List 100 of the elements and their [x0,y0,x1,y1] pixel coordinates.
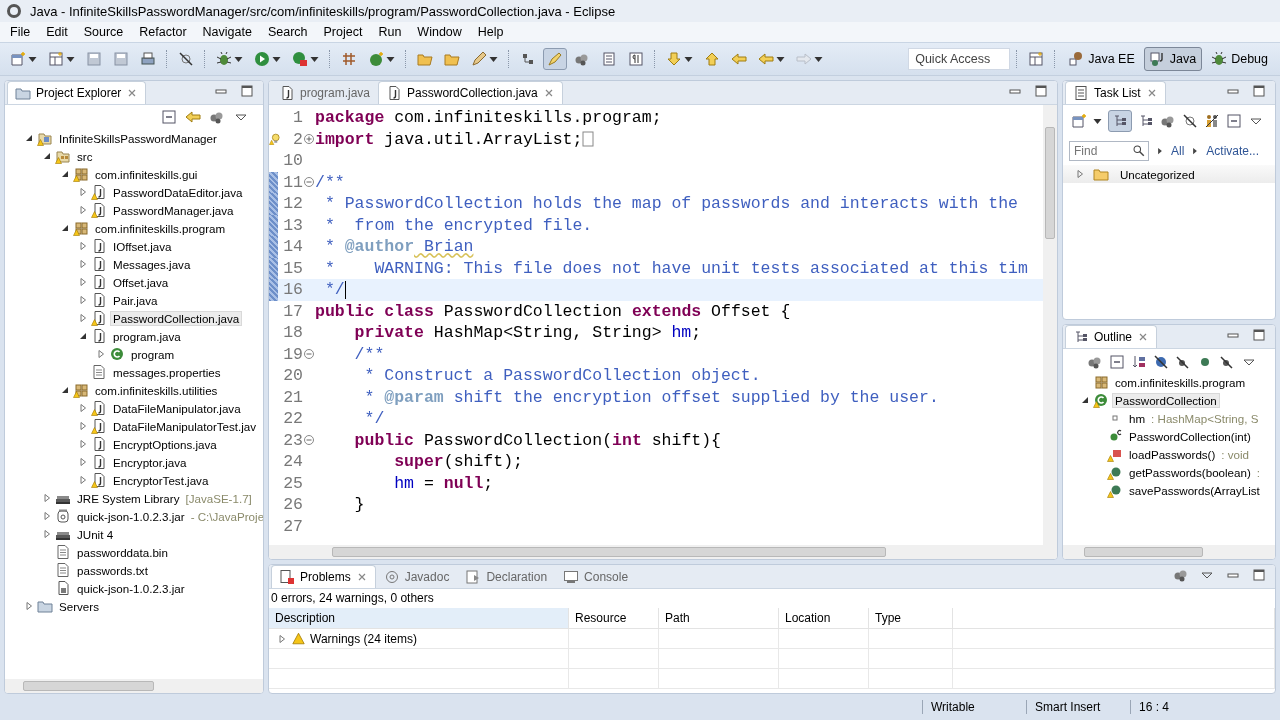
maximize-icon[interactable] [1251,83,1267,99]
column-header[interactable]: Resource [569,608,659,629]
collapsed-arrow-icon[interactable] [78,403,88,413]
collapsed-arrow-icon[interactable] [78,439,88,449]
menu-item[interactable]: Run [370,25,410,39]
scrollbar-thumb[interactable] [1084,547,1203,557]
collapsed-arrow-icon[interactable] [78,205,88,215]
view-tab[interactable]: Project Explorer [7,81,147,104]
fold-minus-icon[interactable] [303,434,315,447]
expanded-arrow-icon[interactable] [60,223,70,233]
maximize-icon[interactable] [1251,567,1267,583]
tree-item[interactable]: EncryptOptions.java [110,436,220,452]
collapsed-arrow-icon[interactable] [78,187,88,197]
perspective-button[interactable]: Java [1143,47,1203,71]
menu-item[interactable]: Search [259,25,316,39]
menu-item[interactable]: Edit [38,25,76,39]
editor-tab[interactable]: program.java [271,81,379,104]
collapsed-arrow-icon[interactable] [42,511,52,521]
view-tab[interactable]: Outline [1065,325,1158,348]
expanded-arrow-icon[interactable] [60,385,70,395]
expanded-arrow-icon[interactable] [24,133,34,143]
vertical-scrollbar[interactable] [1043,105,1057,545]
collapse-all-icon[interactable] [161,109,177,125]
tree-item[interactable]: PasswordCollection [1112,392,1220,408]
people-icon[interactable] [1204,113,1220,129]
tree-item[interactable]: com.infiniteskills.gui [92,166,201,182]
collapsed-arrow-icon[interactable] [78,241,88,251]
menu-item[interactable]: Project [315,25,371,39]
tree-item[interactable]: DataFileManipulator.java [110,400,244,416]
toolbar-button[interactable] [1108,110,1132,132]
find-field[interactable]: Find [1069,141,1149,161]
collapsed-arrow-icon[interactable] [1075,169,1085,179]
expanded-arrow-icon[interactable] [1080,395,1090,405]
view-tab[interactable]: Task List [1065,81,1166,104]
tree-item[interactable]: passworddata.bin [74,544,171,560]
scrollbar-thumb[interactable] [23,681,155,691]
collapsed-arrow-icon[interactable] [78,421,88,431]
collapsed-arrow-icon[interactable] [42,529,52,539]
tree-item[interactable]: src [74,148,96,164]
collapsed-arrow-icon[interactable] [78,313,88,323]
tree-item[interactable]: quick-json-1.0.2.3.jar [74,580,188,596]
menu-item[interactable]: Source [75,25,132,39]
tree-item[interactable]: com.infiniteskills.program [92,220,229,236]
tree-item[interactable]: EncryptorTest.java [110,472,212,488]
expanded-arrow-icon[interactable] [60,169,70,179]
collapse-all-icon[interactable] [1109,354,1125,370]
maximize-icon[interactable] [239,83,255,99]
menu-item[interactable]: Window [409,25,470,39]
menu-item[interactable]: Navigate [194,25,260,39]
tree-item[interactable]: Encryptor.java [110,454,190,470]
view-tab[interactable]: Console [555,565,637,588]
view-tab[interactable]: Javadoc [375,565,458,588]
scrollbar-thumb[interactable] [332,547,886,557]
collapsed-arrow-icon[interactable] [42,493,52,503]
maximize-icon[interactable] [1033,83,1049,99]
fold-minus-icon[interactable] [303,176,315,189]
collapsed-arrow-icon[interactable] [24,601,34,611]
sort-icon[interactable] [1131,354,1147,370]
collapsed-arrow-icon[interactable] [78,295,88,305]
menu-item[interactable]: File [2,25,39,39]
scrollbar-thumb[interactable] [1045,127,1055,239]
horizontal-scrollbar[interactable] [269,545,1057,559]
tree-item[interactable]: Offset.java [110,274,172,290]
editor-tab[interactable]: PasswordCollection.java [378,81,563,104]
tree-item[interactable]: getPasswords(boolean) [1126,464,1254,480]
tree-item[interactable]: program.java [110,328,184,344]
view-tab[interactable]: Declaration [457,565,556,588]
tree-item[interactable]: messages.properties [110,364,224,380]
tree-item[interactable]: PasswordCollection.java [110,310,243,326]
perspective-button[interactable]: Debug [1205,47,1274,71]
tree-item[interactable]: PasswordManager.java [110,202,237,218]
tree-item[interactable]: passwords.txt [74,562,151,578]
tree-item[interactable]: Messages.java [110,256,194,272]
menu-item[interactable]: Help [469,25,512,39]
tree-item[interactable]: savePasswords(ArrayList [1126,482,1263,498]
new-task-icon[interactable] [1071,113,1087,129]
menu-item[interactable]: Refactor [131,25,195,39]
column-header[interactable]: Type [869,608,953,629]
tree-item[interactable]: IOffset.java [110,238,175,254]
collapsed-arrow-icon[interactable] [78,475,88,485]
tree-item[interactable]: program [128,346,178,362]
collapsed-arrow-icon[interactable] [96,349,106,359]
maximize-icon[interactable] [1251,327,1267,343]
quick-access-field[interactable]: Quick Access [908,48,1011,70]
tree-item[interactable]: JUnit 4 [74,526,117,542]
collapse-all-icon[interactable] [1226,113,1242,129]
column-header[interactable]: Location [779,608,869,629]
expanded-arrow-icon[interactable] [42,151,52,161]
tree-item[interactable]: loadPasswords() [1126,446,1219,462]
tree-item[interactable]: PasswordCollection(int) [1126,428,1254,444]
horizontal-scrollbar[interactable] [5,679,263,693]
fold-plus-icon[interactable] [303,133,315,146]
collapsed-arrow-icon[interactable] [78,457,88,467]
tree-item[interactable]: com.infiniteskills.program [1112,374,1249,390]
tree-item[interactable]: com.infiniteskills.utilities [92,382,221,398]
collapsed-arrow-icon[interactable] [277,633,287,644]
horizontal-scrollbar[interactable] [1063,545,1275,559]
tree-item[interactable]: InfiniteSkillsPasswordManager [56,130,220,146]
tree-item[interactable]: Servers [56,598,102,614]
tree-item[interactable]: hm [1126,410,1149,426]
